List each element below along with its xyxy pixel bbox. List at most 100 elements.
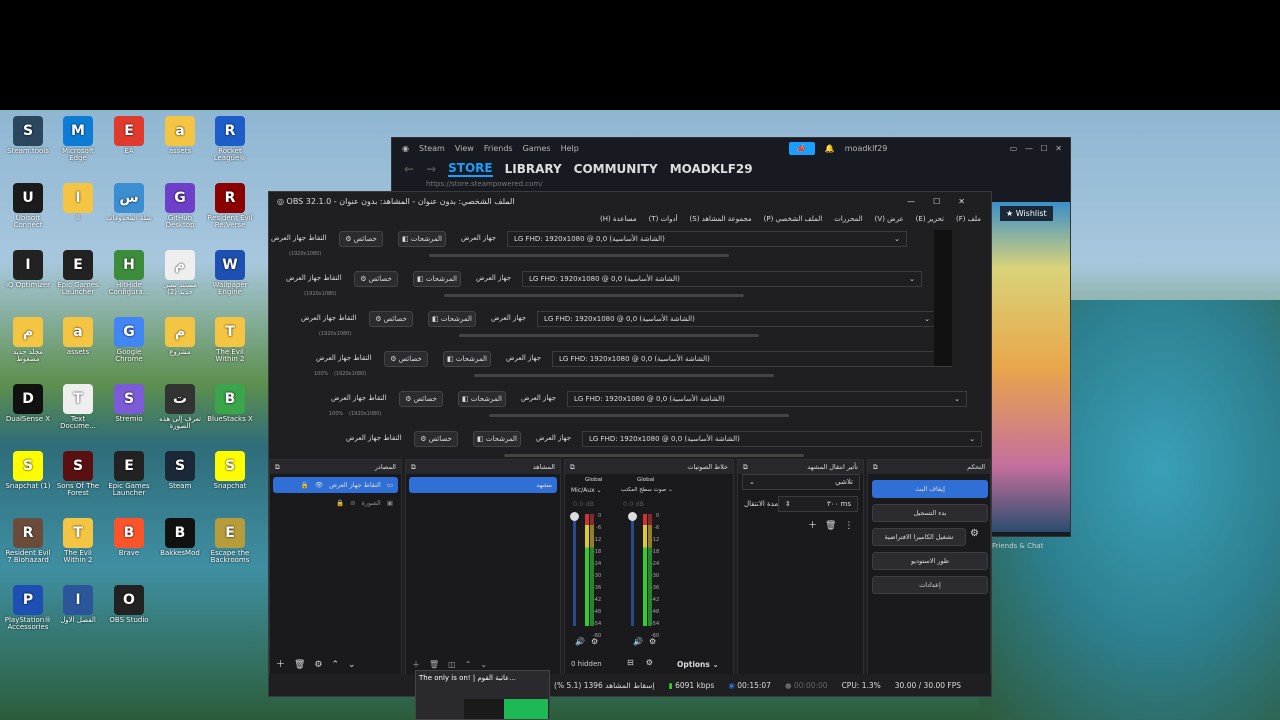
menu-scene-collection[interactable]: مجموعة المشاهد (S) [690,215,752,223]
desktop-icon[interactable]: a assets [54,317,102,379]
desktop-icon[interactable]: ا الفصل الاول [54,585,102,647]
settings-button[interactable]: إعدادات [872,576,988,594]
source-item-display[interactable]: 🔒 👁 التقاط جهاز العرض ▭ [273,477,398,493]
desktop-icon[interactable]: م مشروع [156,317,204,379]
desktop-icon[interactable]: H HitHide Configura... [105,250,153,312]
properties-button[interactable]: ⚙ خصائص [369,311,413,327]
lock-icon[interactable]: 🔒 [301,481,309,489]
filters-button[interactable]: ◧ المرشحات [473,431,521,447]
virtual-camera-button[interactable]: تشغيل الكاميرا الافتراضية [872,528,966,546]
properties-button[interactable]: ⚙ خصائص [339,231,383,247]
desktop-icon[interactable]: T Text Docume... [54,384,102,446]
desktop-icon[interactable]: B Brave [105,518,153,580]
desktop-icon[interactable]: س سلة المحذوفات [105,183,153,245]
desktop-icon[interactable]: T The Evil Within 2 [206,317,254,379]
volume-slider-desktop[interactable] [631,514,634,626]
transition-toolbar[interactable]: ＋🗑⋮ [808,518,861,531]
filters-button[interactable]: ◧ المرشحات [413,271,461,287]
display-select[interactable]: LG FHD: 1920x1080 @ 0,0 (الشاشة الأساسية… [567,391,967,407]
steam-menu-friends[interactable]: Friends [484,144,513,153]
studio-mode-button[interactable]: طور الاستوديو [872,552,988,570]
steam-store-banner[interactable] [992,202,1070,532]
nav-store[interactable]: STORE [448,161,493,177]
volume-handle-desktop[interactable] [628,512,637,521]
hidden-count[interactable]: 0 hidden [571,660,602,668]
nav-library[interactable]: LIBRARY [505,162,562,176]
source-item-image[interactable]: 🔒 ⊘ الصورة ▣ [273,496,398,510]
back-arrow-icon[interactable]: ← [404,162,414,176]
desktop-icon[interactable]: R Resident Evil 7 Biohazard [4,518,52,580]
mixer-layout-icons[interactable]: ⊟⚙︎ [627,658,665,667]
properties-button[interactable]: ⚙ خصائص [399,391,443,407]
desktop-icon[interactable]: G GitHub Desktop [156,183,204,245]
properties-button[interactable]: ⚙ خصائص [354,271,398,287]
desktop-icon[interactable]: O OBS Studio [105,585,153,647]
window-controls[interactable]: ▭ — ☐ ✕ [1010,144,1070,153]
menu-view[interactable]: عرض (V) [875,215,904,223]
volume-handle-mic[interactable] [570,512,579,521]
desktop-icon[interactable]: U Ubisoft Connect [4,183,52,245]
desktop-icon[interactable]: M Microsoft Edge [54,116,102,178]
menu-profile[interactable]: الملف الشخصي (P) [764,215,823,223]
menu-file[interactable]: ملف (F) [956,215,981,223]
steam-username[interactable]: moadklf29 [845,144,888,153]
start-recording-button[interactable]: بدء التسجيل [872,504,988,522]
menu-tools[interactable]: أدوات (T) [649,215,678,223]
forward-arrow-icon[interactable]: → [426,162,436,176]
steam-menu-view[interactable]: View [455,144,474,153]
desktop-icon[interactable]: T The Evil Within 2 [54,518,102,580]
scenes-toolbar[interactable]: ＋🗑◫⌃⌄ [412,659,496,670]
desktop-icon[interactable]: ت تعرف إلى هذه الصورة [156,384,204,446]
nav-community[interactable]: COMMUNITY [574,162,658,176]
popout-icon[interactable]: ⧉ [873,463,878,472]
display-select[interactable]: LG FHD: 1920x1080 @ 0,0 (الشاشة الأساسية… [582,431,982,447]
taskbar-preview[interactable]: The only is on! | عاتبة القوم... [415,670,550,720]
transition-type-select[interactable]: ⌄ تلاشي [742,474,860,490]
scene-item[interactable]: مشهد [409,477,557,493]
popout-icon[interactable]: ⧉ [411,463,416,472]
filters-button[interactable]: ◧ المرشحات [428,311,476,327]
properties-button[interactable]: ⚙ خصائص [384,351,428,367]
desktop-icon[interactable]: S Snapchat (1) [4,451,52,513]
filters-button[interactable]: ◧ المرشحات [443,351,491,367]
nav-profile[interactable]: MOADKLF29 [670,162,753,176]
eye-icon[interactable]: 👁 [315,481,323,489]
desktop-icon[interactable]: S Steam [156,451,204,513]
desktop-icon[interactable]: S Stremio [105,384,153,446]
desktop-icon[interactable]: I IQ Optimizer [4,250,52,312]
spinner-icon[interactable]: ⇕ [785,500,791,508]
obs-window[interactable]: ◎ OBS 32.1.0 - الملف الشخصي: بدون عنوان … [268,191,992,697]
desktop-icon[interactable]: E Escape the Backrooms [206,518,254,580]
bell-icon[interactable]: 🔔 [825,144,835,153]
desktop-icon[interactable]: E EA [105,116,153,178]
desktop-icon[interactable]: W Wallpaper Engine [206,250,254,312]
desktop-icon[interactable]: م مستند نصي جديد (2) [156,250,204,312]
desktop-mute-controls[interactable]: 🔊⚙︎ [633,637,662,646]
desktop-icon[interactable]: E Epic Games Launcher [105,451,153,513]
menu-help[interactable]: مساعدة (H) [600,215,637,223]
steam-menu-help[interactable]: Help [561,144,579,153]
popout-icon[interactable]: ⧉ [743,463,748,472]
desktop-icon[interactable]: P PlayStation® Accessories [4,585,52,647]
horizontal-scrollbar[interactable] [459,334,759,337]
wishlist-button[interactable]: ★ Wishlist [1000,206,1053,221]
menu-editors[interactable]: المحررات [834,215,862,223]
menu-edit[interactable]: تحرير (E) [916,215,944,223]
filters-button[interactable]: ◧ المرشحات [458,391,506,407]
desktop-icon[interactable]: R Resident Evil Re:Verse [206,183,254,245]
display-select[interactable]: LG FHD: 1920x1080 @ 0,0 (الشاشة الأساسية… [522,271,922,287]
channel-name-desktop[interactable]: صوت سطح المكتب ⌄ [621,487,673,493]
display-select[interactable]: LG FHD: 1920x1080 @ 0,0 (الشاشة الأساسية… [552,351,952,367]
sources-toolbar[interactable]: ＋🗑⚙︎⌃⌄ [276,657,365,670]
channel-name-mic[interactable]: Mic/Aux ⌄ [571,487,602,494]
horizontal-scrollbar[interactable] [444,294,744,297]
steam-menu-games[interactable]: Games [523,144,551,153]
volume-slider-mic[interactable] [573,514,576,626]
popout-icon[interactable]: ⧉ [570,463,575,472]
filters-button[interactable]: ◧ المرشحات [398,231,446,247]
stop-streaming-button[interactable]: إيقاف البث [872,480,988,498]
desktop-icon[interactable]: a assets [156,116,204,178]
horizontal-scrollbar[interactable] [504,454,804,457]
lock-icon[interactable]: 🔒 [336,499,344,507]
desktop-icon[interactable]: E Epic Games Launcher [54,250,102,312]
